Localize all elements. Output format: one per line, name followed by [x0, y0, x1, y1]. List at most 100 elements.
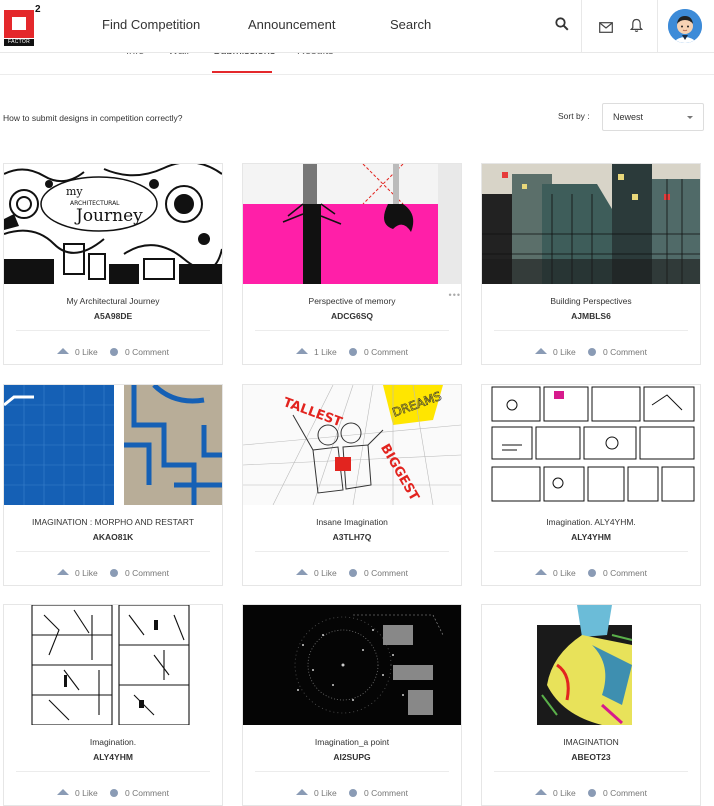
submission-title[interactable]: Imagination. ALY4YHM.: [482, 517, 700, 527]
like-icon: [296, 348, 308, 354]
submission-thumbnail[interactable]: [482, 164, 700, 284]
card-divider: [494, 330, 688, 331]
top-header: 2 FACTOR Find Competition Announcement S…: [0, 0, 714, 53]
search-icon[interactable]: [555, 17, 571, 33]
comment-count: 0 Comment: [603, 347, 647, 357]
comment-button[interactable]: 0 Comment: [349, 568, 408, 578]
submission-code: ALY4YHM: [93, 752, 133, 762]
comment-button[interactable]: 0 Comment: [588, 788, 647, 798]
like-button[interactable]: 0 Like: [57, 568, 98, 578]
submission-card[interactable]: IMAGINATION ABEOT23 0 Like 0 Comment: [481, 604, 701, 806]
like-icon: [535, 789, 547, 795]
submission-thumbnail[interactable]: [482, 385, 700, 505]
submission-card[interactable]: Building Perspectives AJMBLS6 0 Like 0 C…: [481, 163, 701, 365]
submission-card[interactable]: Imagination. ALY4YHM 0 Like 0 Comment: [3, 604, 223, 806]
submission-card[interactable]: Imagination. ALY4YHM. ALY4YHM 0 Like 0 C…: [481, 384, 701, 586]
comment-button[interactable]: 0 Comment: [349, 788, 408, 798]
submission-thumbnail[interactable]: [4, 605, 222, 725]
submission-card[interactable]: IMAGINATION : MORPHO AND RESTART AKAO81K…: [3, 384, 223, 586]
nav-find-competition[interactable]: Find Competition: [102, 17, 200, 32]
comment-count: 0 Comment: [364, 568, 408, 578]
comment-button[interactable]: 0 Comment: [110, 788, 169, 798]
artwork-word-my: my: [66, 185, 83, 198]
submission-code: ALY4YHM: [571, 532, 611, 542]
comment-icon: [349, 789, 357, 797]
mail-icon[interactable]: [599, 20, 615, 36]
submission-thumbnail[interactable]: my ARCHITECTURAL Journey: [4, 164, 222, 284]
like-button[interactable]: 0 Like: [535, 568, 576, 578]
like-button[interactable]: 0 Like: [535, 347, 576, 357]
submission-thumbnail[interactable]: [243, 605, 461, 725]
logo-square: [4, 10, 34, 38]
comment-icon: [349, 569, 357, 577]
card-divider: [255, 551, 449, 552]
comment-icon: [110, 348, 118, 356]
comment-count: 0 Comment: [125, 788, 169, 798]
submission-title[interactable]: IMAGINATION : MORPHO AND RESTART: [4, 517, 222, 527]
nav-search[interactable]: Search: [390, 17, 431, 32]
like-icon: [296, 789, 308, 795]
sort-label: Sort by :: [558, 111, 590, 121]
submission-thumbnail[interactable]: TALLEST BIGGEST DREAMS: [243, 385, 461, 505]
comment-icon: [349, 348, 357, 356]
like-button[interactable]: 1 Like: [296, 347, 337, 357]
avatar[interactable]: [668, 9, 702, 43]
like-count: 0 Like: [553, 347, 576, 357]
card-divider: [16, 551, 210, 552]
like-button[interactable]: 0 Like: [296, 568, 337, 578]
submission-title[interactable]: My Architectural Journey: [4, 296, 222, 306]
submission-code: A3TLH7Q: [332, 532, 372, 542]
header-separator: [581, 0, 582, 52]
comment-count: 0 Comment: [603, 568, 647, 578]
submission-code: AJMBLS6: [571, 311, 611, 321]
submission-title[interactable]: IMAGINATION: [482, 737, 700, 747]
submission-code: AI2SUPG: [333, 752, 371, 762]
card-divider: [494, 771, 688, 772]
sort-selected-value: Newest: [613, 112, 644, 122]
bell-icon[interactable]: [629, 18, 646, 34]
submission-thumbnail[interactable]: [482, 605, 700, 725]
like-icon: [296, 569, 308, 575]
comment-count: 0 Comment: [364, 347, 408, 357]
comment-icon: [110, 789, 118, 797]
comment-count: 0 Comment: [603, 788, 647, 798]
logo-text: FACTOR: [4, 39, 34, 46]
like-button[interactable]: 0 Like: [57, 788, 98, 798]
submission-card[interactable]: ••• Perspective of memory ADCG6SQ 1 Like…: [242, 163, 462, 365]
submission-title[interactable]: Perspective of memory: [243, 296, 461, 306]
factor-logo[interactable]: 2 FACTOR: [4, 4, 42, 46]
like-count: 0 Like: [553, 788, 576, 798]
comment-icon: [588, 348, 596, 356]
comment-button[interactable]: 0 Comment: [588, 568, 647, 578]
like-button[interactable]: 0 Like: [296, 788, 337, 798]
submission-card[interactable]: my ARCHITECTURAL Journey My Architectura…: [3, 163, 223, 365]
submission-card[interactable]: Imagination_a point AI2SUPG 0 Like 0 Com…: [242, 604, 462, 806]
comment-count: 0 Comment: [364, 788, 408, 798]
comment-count: 0 Comment: [125, 568, 169, 578]
submission-thumbnail[interactable]: [4, 385, 222, 505]
like-button[interactable]: 0 Like: [535, 788, 576, 798]
like-icon: [535, 348, 547, 354]
comment-button[interactable]: 0 Comment: [110, 347, 169, 357]
submission-title[interactable]: Building Perspectives: [482, 296, 700, 306]
submission-title[interactable]: Imagination_a point: [243, 737, 461, 747]
submission-title[interactable]: Insane Imagination: [243, 517, 461, 527]
comment-button[interactable]: 0 Comment: [349, 347, 408, 357]
header-separator-2: [657, 0, 658, 52]
submission-title[interactable]: Imagination.: [4, 737, 222, 747]
submission-code: ABEOT23: [571, 752, 611, 762]
like-icon: [535, 569, 547, 575]
nav-announcement[interactable]: Announcement: [248, 17, 335, 32]
like-button[interactable]: 0 Like: [57, 347, 98, 357]
comment-button[interactable]: 0 Comment: [588, 347, 647, 357]
comment-button[interactable]: 0 Comment: [110, 568, 169, 578]
like-count: 0 Like: [314, 788, 337, 798]
submission-card[interactable]: TALLEST BIGGEST DREAMS Insane Imaginatio…: [242, 384, 462, 586]
like-count: 0 Like: [75, 347, 98, 357]
comment-count: 0 Comment: [125, 347, 169, 357]
submission-thumbnail[interactable]: [243, 164, 461, 284]
sort-select[interactable]: Newest: [602, 103, 704, 131]
comment-icon: [588, 569, 596, 577]
card-divider: [255, 330, 449, 331]
how-to-submit-link[interactable]: How to submit designs in competition cor…: [3, 113, 183, 123]
